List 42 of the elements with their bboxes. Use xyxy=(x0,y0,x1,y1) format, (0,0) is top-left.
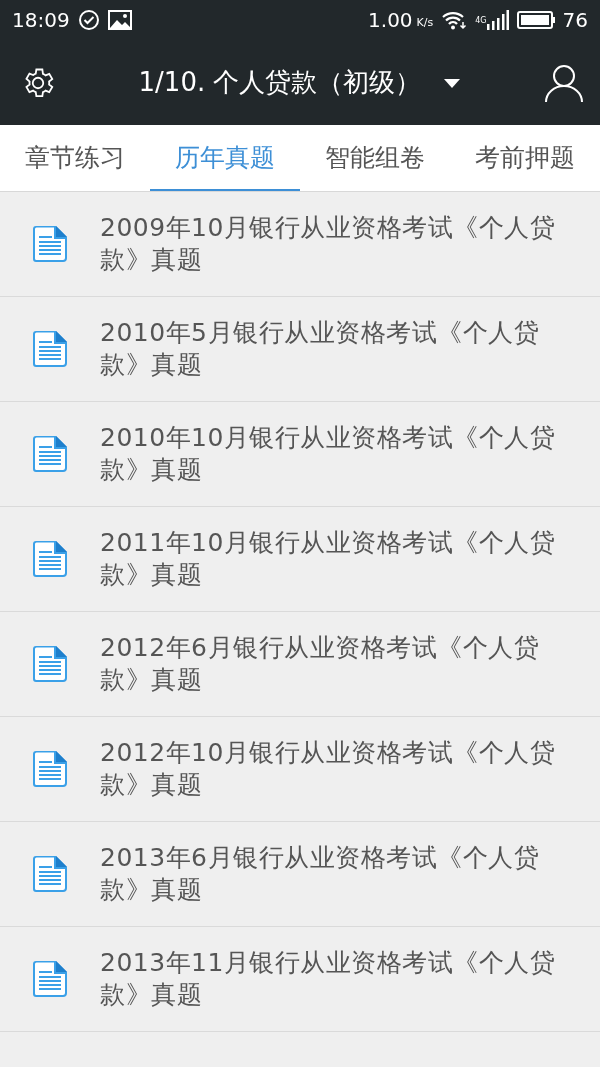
paper-list-item[interactable]: 2012年10月银行从业资格考试《个人贷款》真题 xyxy=(0,717,600,822)
paper-title: 2011年10月银行从业资格考试《个人贷款》真题 xyxy=(100,527,557,591)
paper-list-item[interactable]: 2011年10月银行从业资格考试《个人贷款》真题 xyxy=(0,507,600,612)
paper-list-item[interactable]: 2013年6月银行从业资格考试《个人贷款》真题 xyxy=(0,822,600,927)
paper-title: 2009年10月银行从业资格考试《个人贷款》真题 xyxy=(100,212,557,276)
paper-title: 2012年10月银行从业资格考试《个人贷款》真题 xyxy=(100,737,557,801)
user-icon xyxy=(544,62,584,103)
network-speed: 1.00 xyxy=(368,8,413,32)
document-icon xyxy=(32,435,68,473)
paper-list-item[interactable]: 2010年5月银行从业资格考试《个人贷款》真题 xyxy=(0,297,600,402)
paper-list-item[interactable]: 2012年6月银行从业资格考试《个人贷款》真题 xyxy=(0,612,600,717)
caret-icon xyxy=(443,76,462,89)
paper-title: 2012年6月银行从业资格考试《个人贷款》真题 xyxy=(100,632,541,696)
document-icon xyxy=(32,330,68,368)
tab[interactable]: 考前押题 xyxy=(450,125,600,191)
tab[interactable]: 智能组卷 xyxy=(300,125,450,191)
document-icon xyxy=(32,750,68,788)
document-icon xyxy=(32,540,68,578)
paper-title: 2010年5月银行从业资格考试《个人贷款》真题 xyxy=(100,317,541,381)
paper-title: 2010年10月银行从业资格考试《个人贷款》真题 xyxy=(100,422,557,486)
network-type: 4G xyxy=(475,16,487,25)
paper-title: 2013年11月银行从业资格考试《个人贷款》真题 xyxy=(100,947,557,1011)
paper-title: 2013年6月银行从业资格考试《个人贷款》真题 xyxy=(100,842,541,906)
tab[interactable]: 章节练习 xyxy=(0,125,150,191)
speed-unit: K/s xyxy=(416,16,434,29)
tab[interactable]: 历年真题 xyxy=(150,125,300,191)
paper-list-item[interactable]: 2009年10月银行从业资格考试《个人贷款》真题 xyxy=(0,192,600,297)
paper-list-item[interactable]: 2013年11月银行从业资格考试《个人贷款》真题 xyxy=(0,927,600,1032)
paper-list-item[interactable]: 2010年10月银行从业资格考试《个人贷款》真题 xyxy=(0,402,600,507)
battery-level: 76 xyxy=(562,8,588,32)
course-selector[interactable]: 1/10. 个人贷款（初级） xyxy=(138,65,462,100)
document-icon xyxy=(32,960,68,998)
document-icon xyxy=(32,225,68,263)
image-icon xyxy=(107,10,132,30)
signal-icon xyxy=(486,10,509,30)
check-circle-icon xyxy=(77,9,100,31)
profile-button[interactable] xyxy=(544,62,584,103)
clock: 18:09 xyxy=(12,8,70,32)
battery-icon xyxy=(516,10,555,30)
wifi-icon xyxy=(441,10,468,30)
document-icon xyxy=(32,855,68,893)
document-icon xyxy=(32,645,68,683)
